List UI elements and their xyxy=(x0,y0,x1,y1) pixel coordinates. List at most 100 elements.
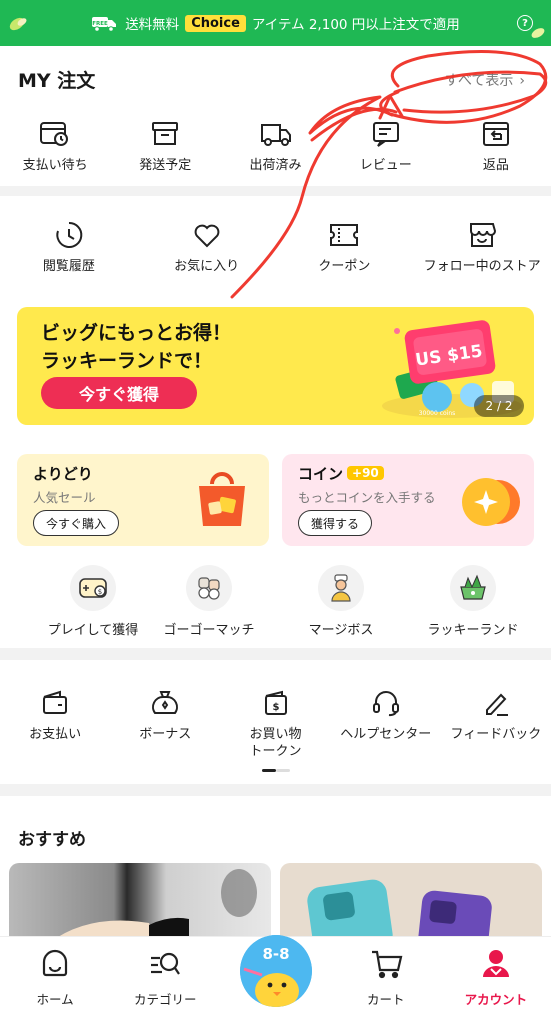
nav-tab-cart[interactable]: カート xyxy=(331,937,441,1024)
service-label: ヘルプセンター xyxy=(340,727,432,742)
favorites-link[interactable]: お気に入り xyxy=(138,218,276,275)
help-center-link[interactable]: ヘルプセンター xyxy=(331,686,441,760)
game-label: マージボス xyxy=(308,623,374,638)
earn-coins-button[interactable]: 獲得する xyxy=(298,510,373,536)
service-label: フィードバック xyxy=(450,727,542,742)
chevron-right-icon: › xyxy=(519,73,525,89)
quick-link-label: クーポン xyxy=(318,259,371,274)
category-search-icon xyxy=(148,947,182,981)
review-icon xyxy=(369,117,403,151)
get-now-button[interactable]: 今すぐ獲得 xyxy=(41,377,197,409)
game-label: ゴーゴーマッチ xyxy=(163,623,255,638)
lucky-land-icon xyxy=(450,565,496,611)
service-label: ボーナス xyxy=(139,727,192,742)
yoridori-tile[interactable]: よりどり 人気セール 今すぐ購入 xyxy=(17,454,269,546)
order-status-label: 返品 xyxy=(482,158,509,173)
see-all-link[interactable]: すべて表示 › xyxy=(445,70,525,90)
nav-tab-label: アカウント xyxy=(464,992,528,1007)
coin-title: コイン +90 xyxy=(298,463,384,484)
quick-links-row: 閲覧履歴 お気に入り クーポン フォロー中のストア xyxy=(0,218,551,275)
heart-icon xyxy=(190,218,224,252)
banner-pager: 2 / 2 xyxy=(474,395,524,417)
promo-headline: ビッグにもっとお得！ ラッキーランドで！ xyxy=(41,319,231,375)
quick-link-label: フォロー中のストア xyxy=(423,259,541,274)
nav-tab-label: カート xyxy=(366,992,405,1007)
coin-tile[interactable]: コイン +90 もっとコインを入手する 獲得する xyxy=(282,454,534,546)
mascot-icon[interactable]: 8-8 xyxy=(240,935,312,1007)
order-status-label: 出荷済み xyxy=(249,158,302,173)
orders-title: MY 注文 xyxy=(18,70,96,92)
shopping-bag-icon xyxy=(199,472,245,526)
recommend-title: おすすめ xyxy=(18,830,86,850)
pencil-icon xyxy=(479,686,513,720)
game-label: ラッキーランド xyxy=(427,623,519,638)
yoridori-title: よりどり xyxy=(33,465,93,483)
lucky-land-link[interactable]: ラッキーランド xyxy=(404,565,542,638)
return-icon xyxy=(479,117,513,151)
choice-badge: Choice xyxy=(185,14,246,32)
go-go-match-link[interactable]: ゴーゴーマッチ xyxy=(140,565,278,638)
order-status-label: 支払い待ち xyxy=(22,158,88,173)
order-status-to-ship[interactable]: 発送予定 xyxy=(110,117,220,174)
product-photo-1[interactable] xyxy=(9,863,271,943)
coin-icon xyxy=(462,478,520,526)
lucky-land-promo-banner[interactable]: ビッグにもっとお得！ ラッキーランドで！ 今すぐ獲得 US $15 30000 … xyxy=(17,307,534,425)
order-status-label: 発送予定 xyxy=(139,158,192,173)
coin-title-label: コイン xyxy=(298,465,344,483)
promo-line-1: ビッグにもっとお得！ xyxy=(41,322,232,344)
merge-boss-link[interactable]: マージボス xyxy=(272,565,410,638)
truck-icon xyxy=(259,117,293,151)
account-icon xyxy=(479,947,513,981)
coupon-icon xyxy=(327,218,361,252)
product-photo-2[interactable] xyxy=(280,863,542,943)
banner-text-before: 送料無料 xyxy=(125,17,180,33)
cart-icon xyxy=(369,947,403,981)
services-page-indicator xyxy=(262,769,290,772)
svg-text:FREE: FREE xyxy=(92,21,108,27)
order-status-return[interactable]: 返品 xyxy=(441,117,551,174)
order-status-label: レビュー xyxy=(359,158,412,173)
home-icon xyxy=(38,947,72,981)
buy-now-button[interactable]: 今すぐ購入 xyxy=(33,510,120,536)
free-shipping-banner[interactable]: FREE 送料無料 Choice アイテム 2,100 円以上注文で適用 ? xyxy=(0,0,551,46)
see-all-label: すべて表示 xyxy=(444,73,514,89)
banner-text-after: アイテム 2,100 円以上注文で適用 xyxy=(251,17,460,33)
svg-text:$: $ xyxy=(98,588,102,596)
services-row: お支払い ボーナス $ お買い物 トークン ヘルプセンター フィードバック xyxy=(0,686,551,760)
truck-free-icon: FREE xyxy=(91,14,117,32)
nav-tab-label: ホーム xyxy=(36,992,74,1007)
payment-service-link[interactable]: お支払い xyxy=(0,686,110,760)
nav-tab-category[interactable]: カテゴリー xyxy=(110,937,220,1024)
nav-tab-home[interactable]: ホーム xyxy=(0,937,110,1024)
bonus-link[interactable]: ボーナス xyxy=(110,686,220,760)
nav-tab-label: カテゴリー xyxy=(134,992,197,1007)
service-label: お買い物 トークン xyxy=(249,727,302,759)
service-label: お支払い xyxy=(29,727,82,742)
shopping-token-link[interactable]: $ お買い物 トークン xyxy=(220,686,330,760)
coin-subtitle: もっとコインを入手する xyxy=(298,490,436,505)
order-status-row: 支払い待ち 発送予定 出荷済み レビュー 返品 xyxy=(0,117,551,174)
match-icon xyxy=(186,565,232,611)
shopping-token-icon: $ xyxy=(259,686,293,720)
promo-line-2: ラッキーランドで！ xyxy=(41,350,213,372)
svg-text:8-8: 8-8 xyxy=(262,945,289,963)
quick-link-label: お気に入り xyxy=(174,259,240,274)
browsing-history-link[interactable]: 閲覧履歴 xyxy=(0,218,138,275)
coupons-link[interactable]: クーポン xyxy=(276,218,414,275)
game-controller-icon: $ xyxy=(70,565,116,611)
order-status-pending-payment[interactable]: 支払い待ち xyxy=(0,117,110,174)
game-label: プレイして獲得 xyxy=(47,623,139,638)
feedback-link[interactable]: フィードバック xyxy=(441,686,551,760)
wallet-icon xyxy=(38,686,72,720)
svg-text:$: $ xyxy=(272,702,279,713)
yoridori-subtitle: 人気セール xyxy=(33,490,96,505)
nav-tab-account[interactable]: アカウント xyxy=(441,937,551,1024)
svg-text:30000 coins: 30000 coins xyxy=(419,410,456,417)
followed-stores-link[interactable]: フォロー中のストア xyxy=(413,218,551,275)
coin-badge: +90 xyxy=(347,466,384,480)
order-status-shipped[interactable]: 出荷済み xyxy=(220,117,330,174)
leaf-decoration-icon xyxy=(9,17,27,31)
bottom-navigation: ホーム カテゴリー カート アカウント 8-8 xyxy=(0,935,551,1024)
box-icon xyxy=(148,117,182,151)
order-status-review[interactable]: レビュー xyxy=(331,117,441,174)
